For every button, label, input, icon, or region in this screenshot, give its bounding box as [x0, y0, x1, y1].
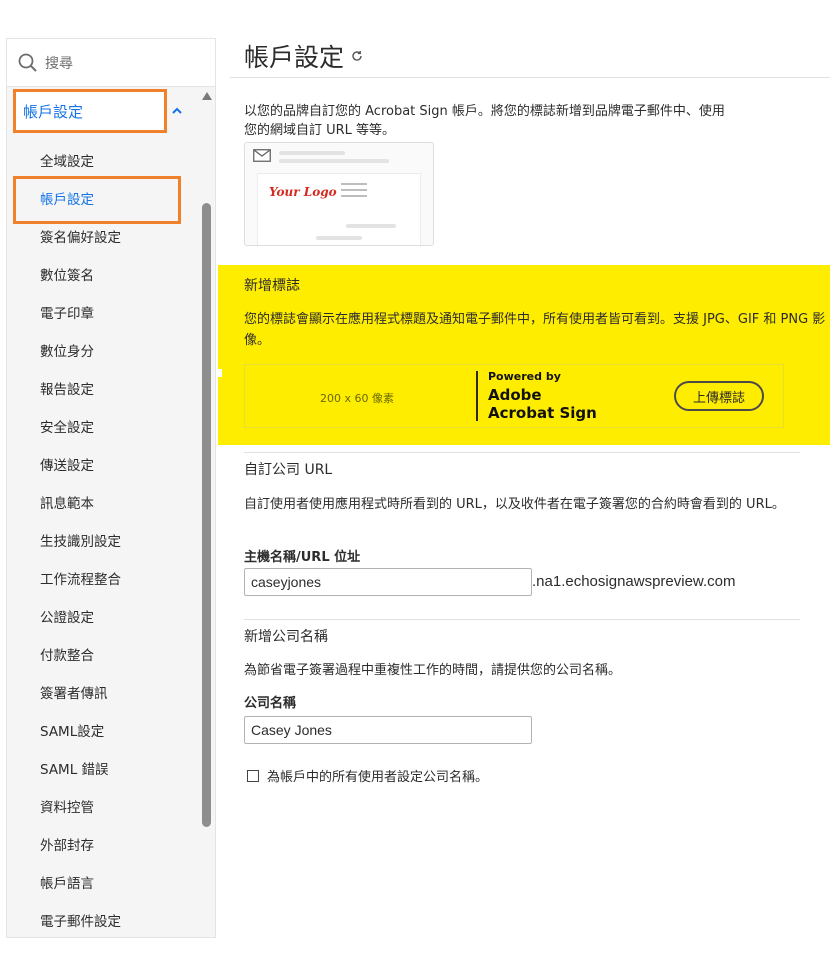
sidebar-item[interactable]: 電子印章	[7, 293, 203, 331]
sidebar-item[interactable]: 生技識別設定	[7, 521, 203, 559]
add-logo-description: 您的標誌會顯示在應用程式標題及通知電子郵件中，所有使用者皆可看到。支援 JPG、…	[244, 312, 826, 348]
custom-url-heading: 自訂公司 URL	[244, 462, 333, 478]
logo-size-hint: 200 x 60 像素	[320, 392, 394, 405]
section-divider	[244, 619, 800, 620]
hostname-label: 主機名稱/URL 位址	[244, 550, 361, 565]
scroll-up-arrow-icon[interactable]	[202, 92, 212, 100]
sidebar-group-account-settings[interactable]: 帳戶設定	[13, 89, 182, 133]
intro-line-1: 以您的品牌自訂您的 Acrobat Sign 帳戶。將您的標誌新增到品牌電子郵件…	[244, 104, 725, 119]
sidebar-item[interactable]: 簽名偏好設定	[7, 217, 203, 255]
sidebar-scrollbar-thumb[interactable]	[202, 203, 211, 827]
sidebar-item[interactable]: 數位身分	[7, 331, 203, 369]
sidebar-item[interactable]: 資料控管	[7, 787, 203, 825]
sidebar-item[interactable]: SAML 錯誤	[7, 749, 203, 787]
company-name-input[interactable]	[244, 716, 532, 744]
sidebar-item[interactable]: 帳戶設定	[7, 176, 203, 224]
search-input[interactable]: 搜尋	[45, 53, 73, 73]
sidebar-item[interactable]: 外部封存	[7, 825, 203, 863]
sidebar-item[interactable]: 傳送設定	[7, 445, 203, 483]
company-name-checkbox[interactable]	[247, 769, 259, 782]
highlight-notch	[218, 369, 222, 377]
company-name-label: 公司名稱	[244, 696, 297, 711]
sidebar-nav: 全域設定 帳戶設定 簽名偏好設定 數位簽名 電子印章 數位身分 報告設定 安全設定 傳送設定 訊息…	[7, 141, 203, 937]
preview-email-body	[257, 173, 421, 245]
sidebar-item[interactable]: 付款整合	[7, 635, 203, 673]
page-title: 帳戶設定	[244, 38, 364, 74]
title-divider	[230, 77, 830, 78]
preview-logo-text: Your Logo	[269, 185, 337, 199]
sidebar-item[interactable]: 報告設定	[7, 369, 203, 407]
company-name-description: 為節省電子簽署過程中重複性工作的時間，請提供您的公司名稱。	[244, 663, 622, 678]
intro-line-2: 您的網域自訂 URL 等等。	[244, 123, 396, 138]
sidebar-item[interactable]: 數位簽名	[7, 255, 203, 293]
company-name-heading: 新增公司名稱	[244, 629, 328, 645]
brand-acrobat-sign-text: Acrobat Sign	[488, 404, 597, 422]
intro-text: 以您的品牌自訂您的 Acrobat Sign 帳戶。將您的標誌新增到品牌電子郵件…	[244, 102, 804, 140]
add-logo-heading: 新增標誌	[244, 278, 300, 294]
sidebar-item[interactable]: 公證設定	[7, 597, 203, 635]
custom-url-description: 自訂使用者使用應用程式時所看到的 URL，以及收件者在電子簽署您的合約時會看到的…	[244, 497, 785, 512]
sidebar-item[interactable]: 電子郵件設定	[7, 901, 203, 937]
section-divider	[244, 452, 800, 453]
sidebar: 搜尋 帳戶設定 全域設定 帳戶設定 簽名偏好設定 數位簽名 電子印章 數位身分 報告設定 安全…	[6, 38, 216, 938]
sidebar-item[interactable]: 全域設定	[7, 141, 203, 179]
hamburger-icon	[341, 183, 367, 201]
upload-logo-button[interactable]: 上傳標誌	[674, 381, 764, 411]
sidebar-item[interactable]: 簽署者傳訊	[7, 673, 203, 711]
sidebar-item[interactable]: 訊息範本	[7, 483, 203, 521]
refresh-icon[interactable]	[350, 49, 364, 63]
sidebar-item[interactable]: SAML設定	[7, 711, 203, 749]
envelope-icon	[253, 149, 271, 162]
sidebar-group-label: 帳戶設定	[23, 102, 84, 121]
powered-by-label: Powered by	[488, 370, 561, 383]
company-name-checkbox-row[interactable]: 為帳戶中的所有使用者設定公司名稱。	[247, 766, 488, 785]
search-box[interactable]: 搜尋	[7, 39, 215, 87]
sidebar-item[interactable]: 安全設定	[7, 407, 203, 445]
page-title-text: 帳戶設定	[244, 43, 345, 72]
logo-divider	[476, 371, 478, 421]
brand-adobe-text: Adobe	[488, 386, 542, 404]
company-name-checkbox-label: 為帳戶中的所有使用者設定公司名稱。	[267, 770, 489, 785]
branding-preview-thumbnail: Your Logo	[244, 142, 434, 246]
sidebar-item[interactable]: 帳戶語言	[7, 863, 203, 901]
chevron-up-icon[interactable]	[170, 104, 184, 118]
sidebar-item[interactable]: 工作流程整合	[7, 559, 203, 597]
hostname-input[interactable]	[244, 568, 532, 596]
domain-suffix: .na1.echosignawspreview.com	[532, 573, 736, 590]
search-icon	[18, 53, 37, 72]
